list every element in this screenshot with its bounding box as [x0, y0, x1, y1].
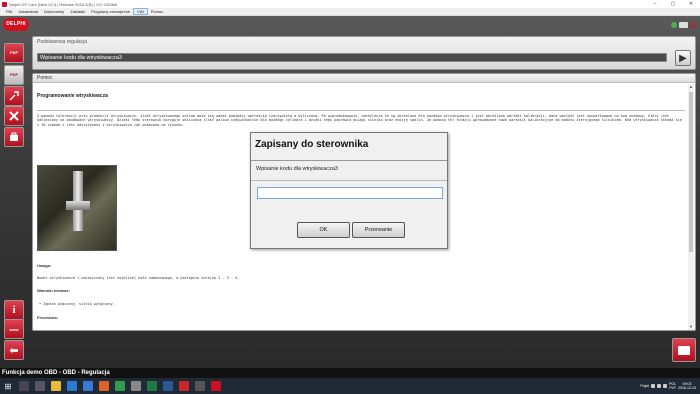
desktop-label[interactable]: Pulpit	[640, 384, 649, 388]
windows-taskbar: ⊞ Pulpit POL PLP 09:03 2016-12-23	[0, 378, 700, 394]
chrome-icon[interactable]	[115, 381, 125, 391]
abort-button[interactable]: Przerwanie	[352, 222, 405, 238]
clock-date: 2016-12-23	[678, 386, 696, 390]
search-icon[interactable]	[19, 381, 29, 391]
dialog-title: Zapisany do sterownika	[255, 139, 369, 150]
app-icon-2[interactable]	[195, 381, 205, 391]
injector-clamp	[66, 201, 90, 210]
clock[interactable]: 09:03 2016-12-23	[678, 382, 696, 390]
language-indicator[interactable]: POL PLP	[669, 382, 676, 390]
menu-item-programy[interactable]: Programy zewnętrzne	[88, 8, 133, 15]
start-button[interactable]: ⊞	[0, 378, 16, 394]
scroll-thumb[interactable]	[689, 92, 693, 252]
help-tab[interactable]: Pomoc	[33, 74, 695, 83]
help-heading: Programowanie wtryskiwacza	[37, 93, 108, 99]
dialog-divider	[251, 160, 447, 161]
app-icon-3[interactable]	[211, 381, 221, 391]
info-button[interactable]: i	[4, 300, 24, 320]
menu-item-ustawienia[interactable]: Ustawienia	[15, 8, 41, 15]
tools-button[interactable]	[4, 86, 24, 106]
file-explorer-icon[interactable]	[51, 381, 61, 391]
back-arrow-icon: ⬅	[9, 344, 19, 357]
menu-item-plik[interactable]: Plik	[3, 8, 15, 15]
word-icon[interactable]	[163, 381, 173, 391]
wrench-icon	[9, 91, 19, 101]
panel-section-title: Podstawowa regulacja	[37, 39, 88, 45]
lang-secondary: PLP	[669, 386, 676, 390]
print-button[interactable]	[672, 338, 696, 362]
ok-button[interactable]: OK	[297, 222, 350, 238]
pdf-report-button[interactable]: PDF	[4, 65, 24, 85]
help-paragraph: Z powodu tolerancji przy produkcji wtrys…	[37, 114, 682, 127]
www-icon: www	[9, 326, 19, 332]
excel-icon[interactable]	[147, 381, 157, 391]
close-button[interactable]: ✕	[682, 0, 700, 8]
pdf-report-icon: PDF	[10, 72, 18, 77]
minimize-button[interactable]: –	[646, 0, 664, 8]
back-button[interactable]: ⬅	[4, 340, 24, 360]
system-tray: Pulpit POL PLP 09:03 2016-12-23	[640, 378, 696, 394]
window-controls: – ▢ ✕	[646, 0, 700, 8]
menu-item-pomoc[interactable]: Pomoc	[148, 8, 166, 15]
info-icon: i	[12, 304, 16, 316]
current-step-bar: Wpisanie kodu dla wtryskiwacza3	[37, 53, 667, 62]
menu-item-zakladki[interactable]: Zakładki	[67, 8, 88, 15]
play-arrow-icon: ▶	[679, 52, 687, 64]
menu-item-dokumenty[interactable]: Dokumenty	[41, 8, 67, 15]
cancel-function-button[interactable]	[4, 106, 24, 126]
status-icons	[671, 22, 696, 28]
toolbox-icon	[10, 132, 18, 141]
scroll-up-icon[interactable]: ▲	[688, 84, 694, 90]
settings-button[interactable]	[4, 127, 24, 147]
conditions-label: Warunki testowe:	[37, 288, 70, 293]
store-icon[interactable]	[83, 381, 93, 391]
menu-bar: Plik Ustawienia Dokumenty Zakładki Progr…	[0, 8, 700, 16]
menu-item-vin[interactable]: VIN	[133, 8, 148, 15]
task-view-icon[interactable]	[35, 381, 45, 391]
tray-icon-network[interactable]	[651, 384, 656, 388]
tray-icon-battery[interactable]	[663, 384, 668, 388]
injector-photo	[37, 165, 117, 251]
adjustment-panel: Podstawowa regulacja Wpisanie kodu dla w…	[32, 36, 696, 70]
printer-icon	[678, 345, 690, 355]
next-step-button[interactable]: ▶	[675, 50, 691, 66]
scroll-down-icon[interactable]: ▼	[688, 324, 694, 330]
delphi-logo: DELPHI	[3, 18, 29, 31]
window-titlebar: Delphi DS Cars (New VCI) | Release 2016.…	[0, 0, 700, 8]
condition-item: • Zapłon włączony, silnik wyłączony.	[39, 302, 115, 306]
app-icon	[2, 1, 7, 7]
delphi-taskbar-icon[interactable]	[179, 381, 189, 391]
divider	[37, 110, 685, 111]
www-button[interactable]: www	[4, 319, 24, 339]
dialog-message: Wpisanie kodu dla wtryskiwacza3	[256, 166, 338, 172]
procedure-label: Procedura:	[37, 315, 59, 320]
dialog-divider-2	[251, 180, 447, 181]
status-bar: Funkcja demo OBD - OBD - Regulacja	[0, 368, 700, 378]
edge-icon[interactable]	[67, 381, 77, 391]
error-icon	[690, 22, 696, 28]
help-scrollbar[interactable]: ▲ ▼	[688, 84, 694, 330]
vci-icon	[679, 22, 688, 28]
maximize-button[interactable]: ▢	[664, 0, 682, 8]
app-icon-1[interactable]	[131, 381, 141, 391]
note-text: Numer wtryskiwacza 1 umieszczony jest na…	[37, 276, 240, 280]
write-to-ecu-dialog: Zapisany do sterownika Wpisanie kodu dla…	[250, 132, 448, 249]
connection-status-icon	[671, 22, 677, 28]
pdf-icon: PDF	[10, 50, 18, 55]
window-title: Delphi DS Cars (New VCI) | Release 2016.…	[9, 1, 118, 7]
pdf-export-button[interactable]: PDF	[4, 43, 24, 63]
note-label: Uwaga:	[37, 263, 52, 268]
firefox-icon[interactable]	[99, 381, 109, 391]
tray-icon-volume[interactable]	[657, 384, 662, 388]
x-icon	[9, 111, 19, 121]
injector-code-input[interactable]	[257, 187, 443, 199]
